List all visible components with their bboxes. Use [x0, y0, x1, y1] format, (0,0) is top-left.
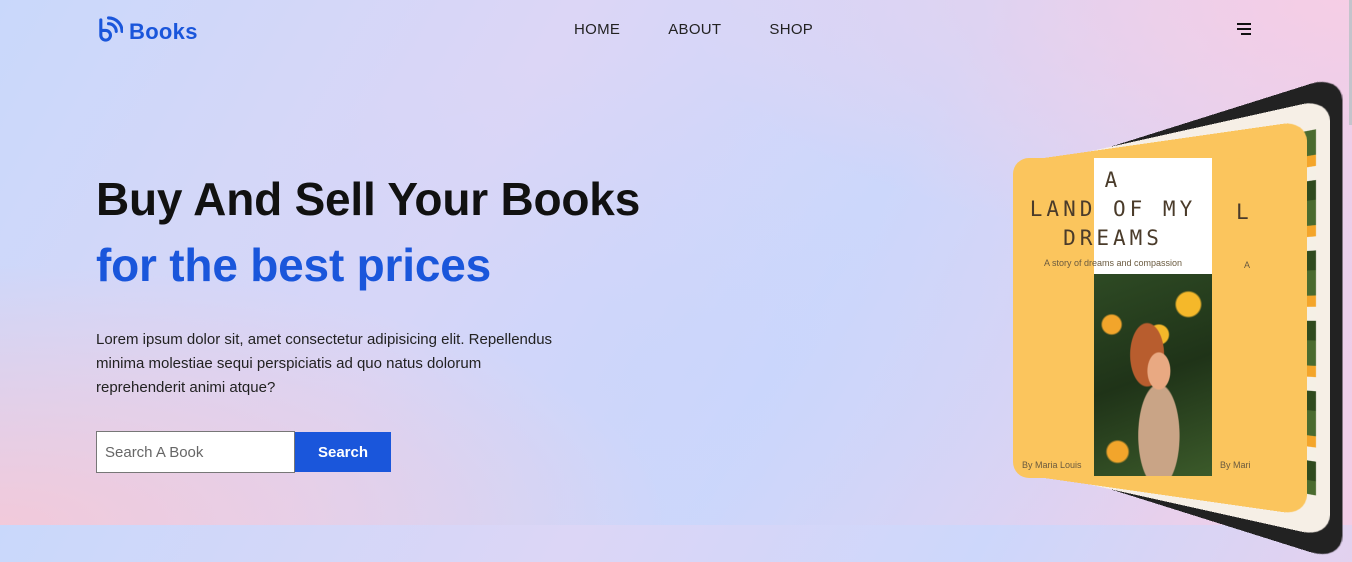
logo[interactable]: Books: [96, 16, 198, 48]
nav-about[interactable]: ABOUT: [668, 21, 721, 38]
book-card-front[interactable]: A LAND OF MY DREAMS A story of dreams an…: [1013, 158, 1253, 478]
hero-description: Lorem ipsum dolor sit, amet consectetur …: [96, 331, 553, 396]
book-cover-photo: [1094, 274, 1212, 476]
next-book-tagline-fragment: A: [1244, 260, 1251, 270]
hamburger-menu-icon[interactable]: [1235, 23, 1251, 37]
nav-home[interactable]: HOME: [574, 21, 620, 38]
next-book-title-fragment: L: [1236, 200, 1249, 224]
book-title: A LAND OF MY DREAMS: [1029, 168, 1197, 250]
search-input[interactable]: [96, 431, 295, 473]
nav-shop[interactable]: SHOP: [769, 21, 813, 38]
book-carousel[interactable]: A LAND OF MY DREAMS A story of dreams an…: [1013, 73, 1343, 562]
search-button[interactable]: Search: [295, 432, 391, 472]
book-author: By Maria Louis: [1022, 460, 1082, 470]
book-tagline: A story of dreams and compassion: [1043, 258, 1183, 268]
main-nav: HOME ABOUT SHOP: [574, 21, 813, 38]
brand-name: Books: [129, 19, 198, 44]
hero-subtitle: for the best prices: [96, 239, 491, 291]
site-header: Books HOME ABOUT SHOP: [0, 0, 1352, 62]
hero-title: Buy And Sell Your Books: [96, 173, 641, 225]
next-book-author-fragment: By Mari: [1220, 460, 1251, 470]
rss-book-icon: [96, 16, 124, 48]
